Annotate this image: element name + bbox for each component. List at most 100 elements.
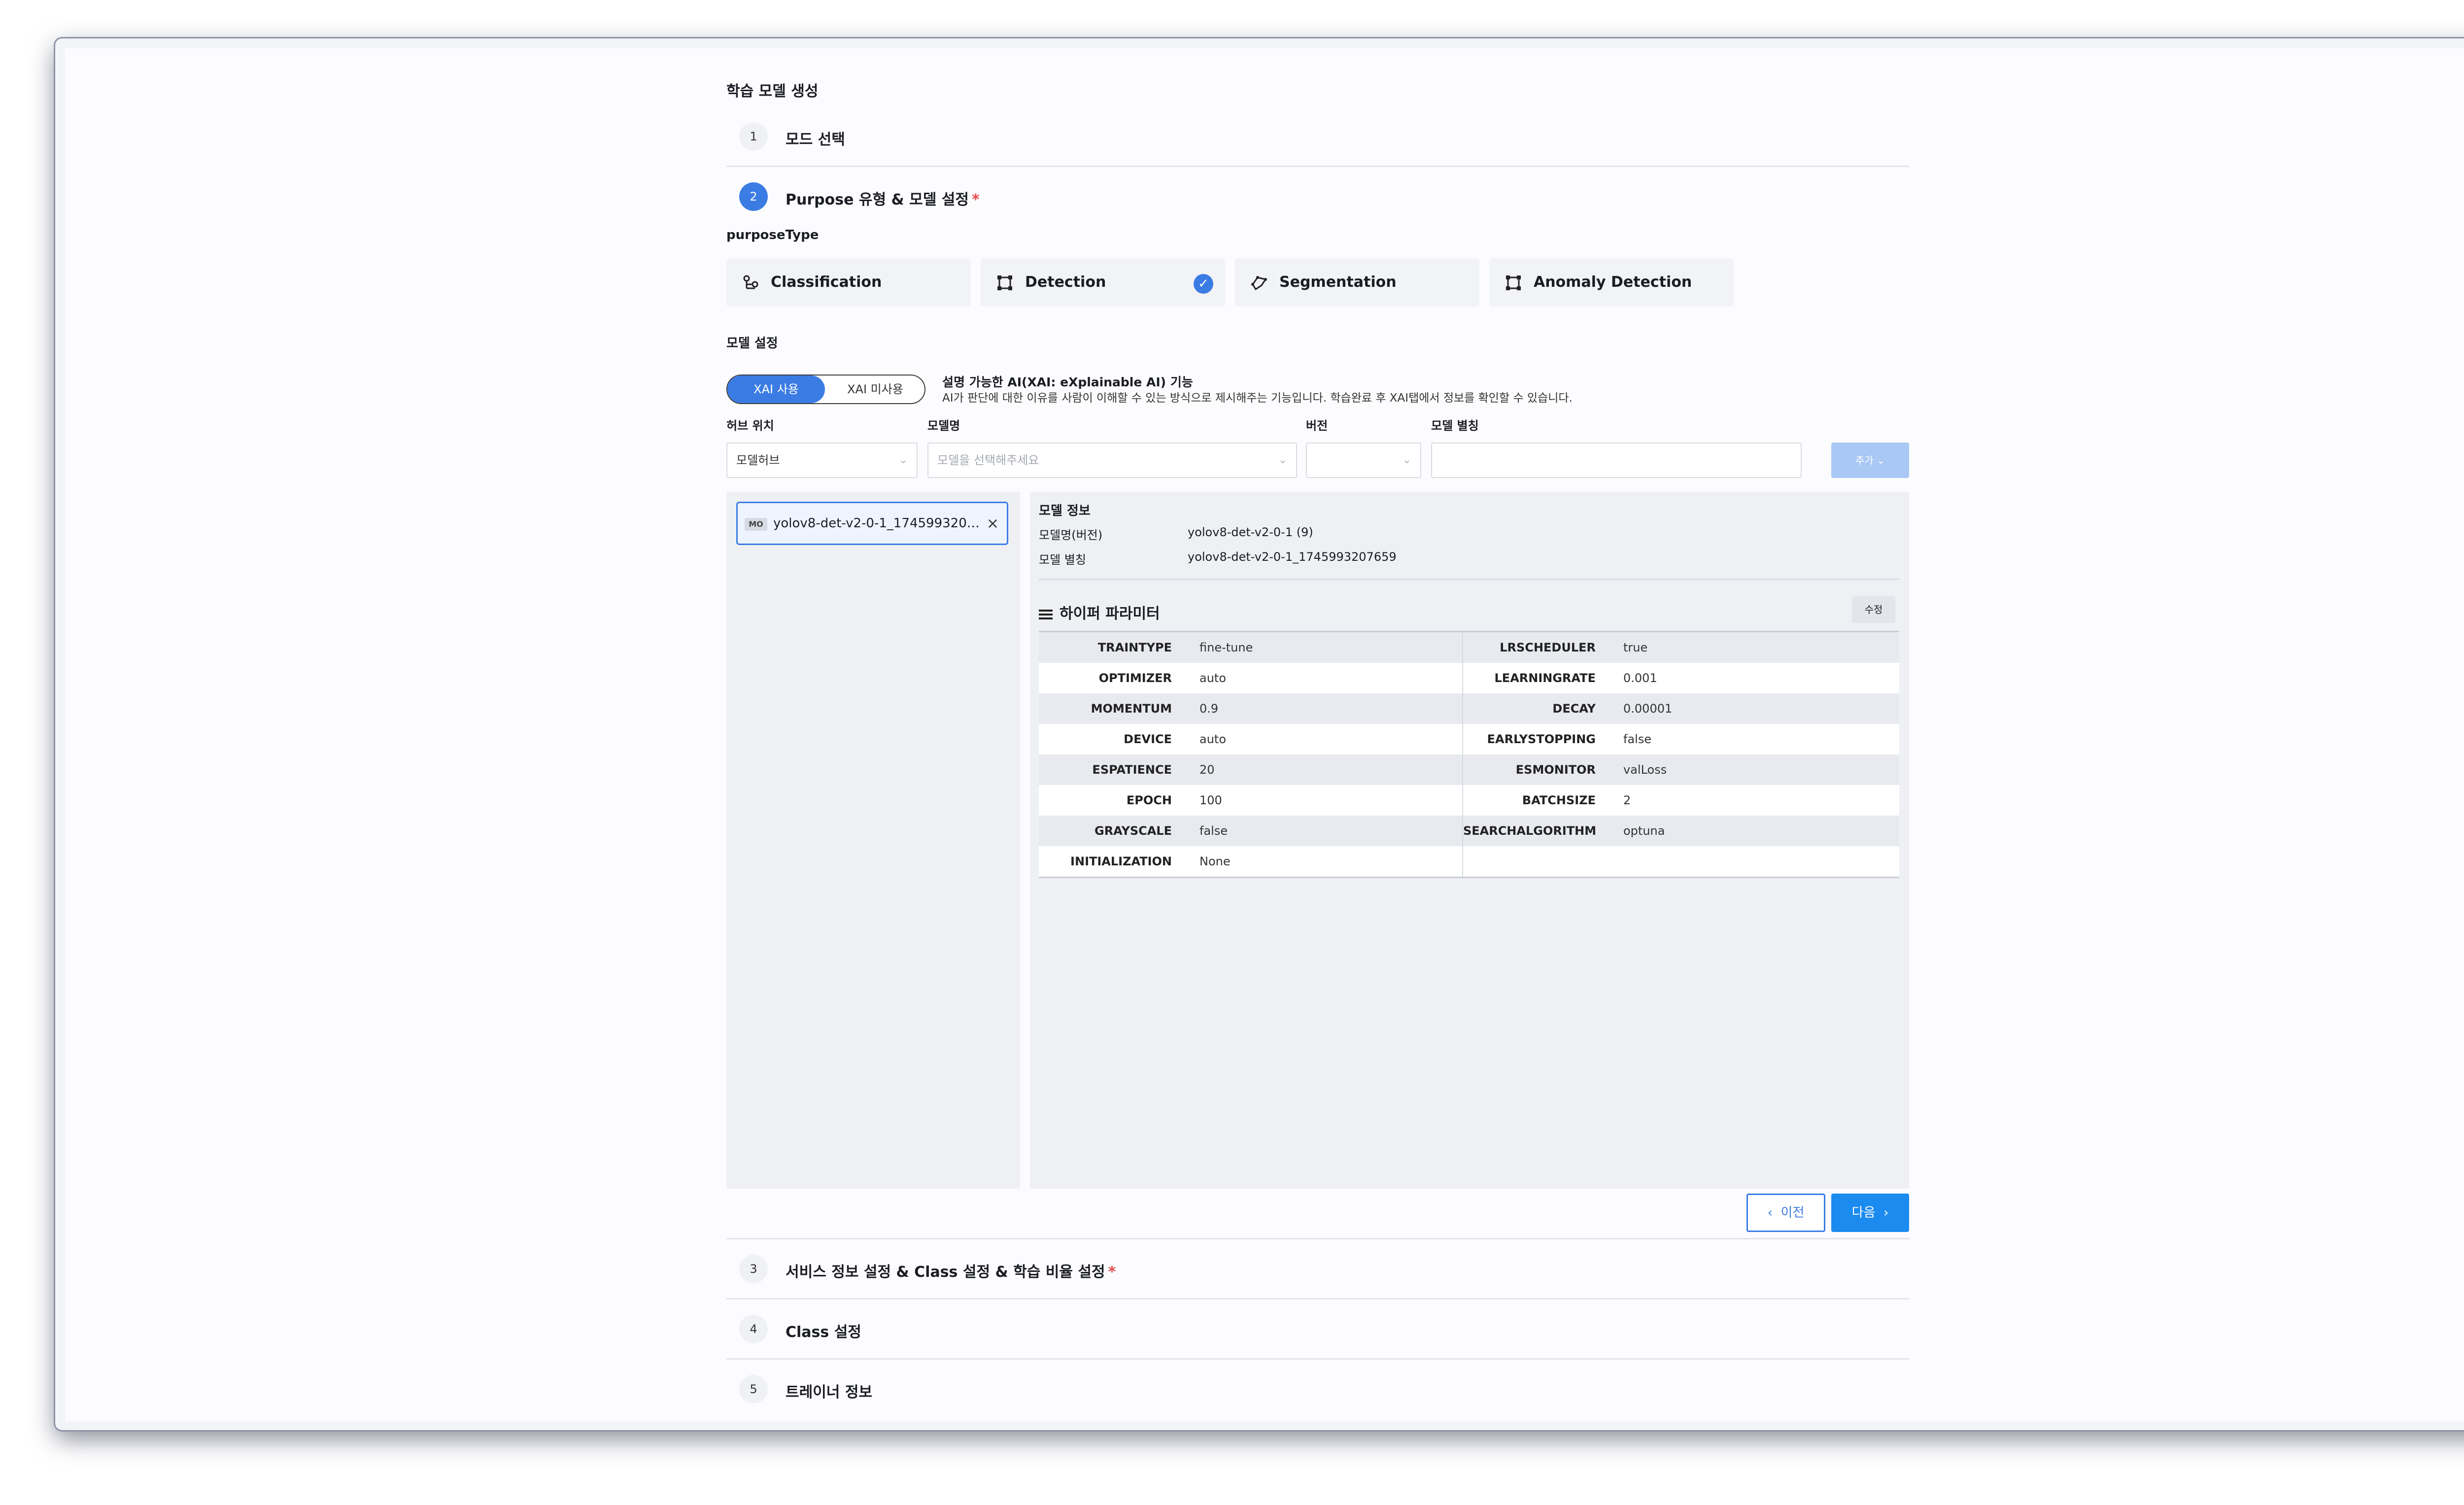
next-button-label: 다음 bbox=[1851, 1205, 1876, 1220]
xai-toggle[interactable]: XAI 사용 XAI 미사용 bbox=[726, 375, 925, 404]
hyperparameter-value: 2 bbox=[1610, 785, 1899, 816]
hyperparameter-row: INITIALIZATION None bbox=[1039, 846, 1899, 878]
hyperparameter-key: EPOCH bbox=[1039, 785, 1187, 816]
model-info-name-label: 모델명(버전) bbox=[1039, 528, 1103, 542]
hyperparameter-row: ESPATIENCE 20 ESMONITOR valLoss bbox=[1039, 754, 1899, 785]
hub-location-select[interactable]: 모델허브 ⌄ bbox=[726, 443, 918, 478]
xai-off-option[interactable]: XAI 미사용 bbox=[826, 376, 924, 403]
model-name-label: 모델명 bbox=[927, 419, 960, 433]
hyperparameter-key: SEARCHALGORITHM bbox=[1462, 816, 1610, 846]
hyperparameter-title: 하이퍼 파라미터 bbox=[1039, 601, 1160, 623]
list-icon bbox=[1039, 608, 1053, 621]
purpose-option-classification[interactable]: Classification bbox=[726, 258, 971, 307]
hyperparameter-key: LRSCHEDULER bbox=[1462, 631, 1610, 663]
remove-icon[interactable]: × bbox=[987, 515, 999, 532]
step-label: Purpose 유형 & 모델 설정 * bbox=[786, 191, 980, 208]
model-name-select[interactable]: 모델을 선택해주세요 ⌄ bbox=[927, 443, 1297, 478]
hyperparameter-key: GRAYSCALE bbox=[1039, 816, 1187, 846]
xai-title: 설명 가능한 AI(XAI: eXplainable AI) 기능 bbox=[942, 375, 1193, 389]
hyperparameter-value: auto bbox=[1187, 724, 1463, 754]
model-settings-label: 모델 설정 bbox=[726, 336, 778, 351]
version-label: 버전 bbox=[1306, 419, 1328, 433]
next-button[interactable]: 다음 › bbox=[1831, 1194, 1909, 1232]
step-1[interactable]: 1 모드 선택 bbox=[726, 105, 1909, 166]
hyperparameter-value: auto bbox=[1187, 663, 1463, 693]
model-alias-input[interactable] bbox=[1431, 443, 1802, 478]
add-button-label: 추가 bbox=[1855, 454, 1874, 466]
divider bbox=[1039, 579, 1899, 580]
add-button[interactable]: 추가 ⌄ bbox=[1831, 443, 1909, 478]
step-number: 4 bbox=[739, 1315, 768, 1343]
model-name-placeholder: 모델을 선택해주세요 bbox=[937, 453, 1039, 467]
step-number: 1 bbox=[739, 122, 768, 151]
hyperparameter-key: EARLYSTOPPING bbox=[1462, 724, 1610, 754]
chevron-down-icon: ⌄ bbox=[1402, 454, 1411, 466]
hyperparameter-value: false bbox=[1610, 724, 1899, 754]
hyperparameter-key: DECAY bbox=[1462, 693, 1610, 724]
chevron-down-icon: ⌄ bbox=[1278, 454, 1287, 466]
hyperparameter-value: 0.001 bbox=[1610, 663, 1899, 693]
step-label: 서비스 정보 설정 & Class 설정 & 학습 비율 설정 * bbox=[786, 1264, 1116, 1281]
model-info-alias-label: 모델 별칭 bbox=[1039, 553, 1086, 567]
hub-location-value: 모델허브 bbox=[736, 453, 780, 467]
hyperparameter-value: true bbox=[1610, 631, 1899, 663]
bounding-box-icon bbox=[1506, 275, 1521, 290]
hyperparameter-row: EPOCH 100 BATCHSIZE 2 bbox=[1039, 785, 1899, 816]
dialog-title: 학습 모델 생성 bbox=[726, 83, 819, 100]
purpose-option-label: Detection bbox=[1025, 274, 1106, 291]
model-badge: MO bbox=[745, 518, 767, 531]
hyperparameter-table: TRAINTYPE fine-tune LRSCHEDULER true OPTIMIZ… bbox=[1039, 631, 1899, 878]
classification-icon bbox=[743, 275, 758, 289]
hyperparameter-row: TRAINTYPE fine-tune LRSCHEDULER true bbox=[1039, 631, 1899, 663]
hyperparameter-row: GRAYSCALE false SEARCHALGORITHM optuna bbox=[1039, 816, 1899, 846]
model-detail-panel: 모델 정보 모델명(버전) yolov8-det-v2-0-1 (9) 모델 별… bbox=[1030, 492, 1909, 1189]
hyperparameter-key: LEARNINGRATE bbox=[1462, 663, 1610, 693]
hyperparameter-key: BATCHSIZE bbox=[1462, 785, 1610, 816]
step-2[interactable]: 2 Purpose 유형 & 모델 설정 * bbox=[726, 166, 1909, 226]
prev-button-label: 이전 bbox=[1780, 1205, 1805, 1220]
hyperparameter-value: false bbox=[1187, 816, 1463, 846]
step-4[interactable]: 4 Class 설정 bbox=[726, 1298, 1909, 1358]
xai-description: AI가 판단에 대한 이유를 사람이 이해할 수 있는 방식으로 제시해주는 기… bbox=[942, 392, 1573, 405]
step-label: 트레이너 정보 bbox=[786, 1384, 873, 1401]
step-number: 5 bbox=[739, 1375, 768, 1403]
model-info-name-value: yolov8-det-v2-0-1 (9) bbox=[1188, 525, 1313, 539]
selected-model-chip[interactable]: MO yolov8-det-v2-0-1_1745993207659 × bbox=[736, 502, 1008, 545]
hyperparameter-row: OPTIMIZER auto LEARNINGRATE 0.001 bbox=[1039, 663, 1899, 693]
hyperparameter-key bbox=[1462, 846, 1610, 878]
chevron-down-icon: ⌄ bbox=[898, 454, 908, 466]
step-label: Class 설정 bbox=[786, 1324, 861, 1341]
bounding-box-icon bbox=[997, 275, 1012, 290]
version-select[interactable]: ⌄ bbox=[1306, 443, 1421, 478]
hyperparameter-value: 0.9 bbox=[1187, 693, 1463, 724]
hyperparameter-value: 0.00001 bbox=[1610, 693, 1899, 724]
prev-button[interactable]: ‹ 이전 bbox=[1746, 1194, 1825, 1232]
check-icon: ✓ bbox=[1194, 274, 1213, 294]
polygon-icon bbox=[1251, 276, 1267, 291]
edit-button[interactable]: 수정 bbox=[1852, 596, 1895, 623]
xai-on-option[interactable]: XAI 사용 bbox=[727, 376, 825, 403]
purpose-type-label: purposeType bbox=[726, 228, 819, 242]
hyperparameter-value: None bbox=[1187, 846, 1463, 878]
hyperparameter-key: TRAINTYPE bbox=[1039, 631, 1187, 663]
purpose-option-anomaly-detection[interactable]: Anomaly Detection bbox=[1489, 258, 1734, 307]
hyperparameter-key: INITIALIZATION bbox=[1039, 846, 1187, 878]
step-5[interactable]: 5 트레이너 정보 bbox=[726, 1358, 1909, 1418]
step-number: 3 bbox=[739, 1255, 768, 1283]
hyperparameter-key: MOMENTUM bbox=[1039, 693, 1187, 724]
model-alias-label: 모델 별칭 bbox=[1431, 419, 1479, 433]
purpose-option-segmentation[interactable]: Segmentation bbox=[1235, 258, 1479, 307]
step-number: 2 bbox=[739, 182, 768, 211]
hub-location-label: 허브 위치 bbox=[726, 419, 774, 433]
step-label: 모드 선택 bbox=[786, 131, 845, 148]
hyperparameter-value bbox=[1610, 846, 1899, 878]
purpose-option-label: Classification bbox=[771, 274, 882, 291]
step-3[interactable]: 3 서비스 정보 설정 & Class 설정 & 학습 비율 설정 * bbox=[726, 1238, 1909, 1298]
purpose-option-detection[interactable]: Detection ✓ bbox=[981, 258, 1225, 307]
hyperparameter-key: ESPATIENCE bbox=[1039, 754, 1187, 785]
hyperparameter-row: MOMENTUM 0.9 DECAY 0.00001 bbox=[1039, 693, 1899, 724]
hyperparameter-row: DEVICE auto EARLYSTOPPING false bbox=[1039, 724, 1899, 754]
hyperparameter-value: 100 bbox=[1187, 785, 1463, 816]
purpose-option-label: Anomaly Detection bbox=[1534, 274, 1692, 291]
hyperparameter-value: fine-tune bbox=[1187, 631, 1463, 663]
